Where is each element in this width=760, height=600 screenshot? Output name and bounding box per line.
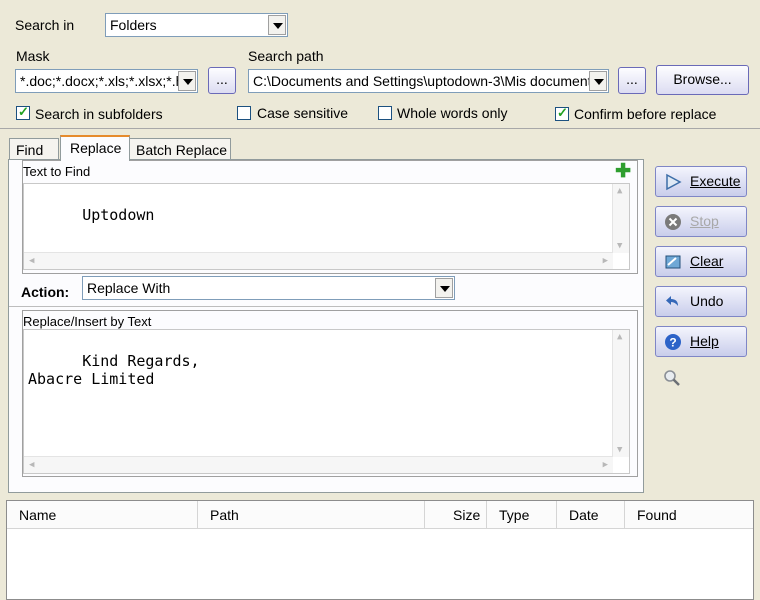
magnifier-icon[interactable]: [662, 368, 682, 388]
action-label: Action:: [21, 284, 70, 300]
whole-words-checkbox[interactable]: [378, 106, 392, 120]
help-label: Help: [690, 333, 719, 349]
chevron-down-icon[interactable]: [178, 71, 196, 91]
execute-button[interactable]: Execute: [655, 166, 747, 197]
tab-find[interactable]: Find: [9, 138, 59, 160]
clear-label: Clear: [690, 253, 724, 269]
help-icon: ?: [665, 334, 681, 350]
scroll-right-icon[interactable]: ▶: [603, 460, 608, 470]
text-to-find-input[interactable]: Uptodown ▲ ▼ ◀ ▶: [23, 183, 630, 270]
confirm-replace-checkbox[interactable]: [555, 105, 569, 121]
case-sensitive-label: Case sensitive: [257, 105, 349, 121]
play-icon: [666, 173, 682, 191]
search-path-value: C:\Documents and Settings\uptodown-3\Mis…: [253, 73, 592, 89]
tab-batch-replace[interactable]: Batch Replace: [129, 138, 231, 160]
search-in-label: Search in: [15, 17, 75, 33]
horizontal-scrollbar[interactable]: ◀ ▶: [24, 252, 613, 269]
scroll-down-icon[interactable]: ▼: [617, 445, 622, 455]
scroll-up-icon[interactable]: ▲: [617, 332, 622, 342]
column-header-found[interactable]: Found: [625, 501, 753, 529]
action-value: Replace With: [87, 280, 171, 296]
replace-text-title: Replace/Insert by Text: [23, 314, 152, 329]
undo-label: Undo: [690, 293, 724, 309]
replace-text-value: Kind Regards, Abacre Limited: [28, 352, 200, 388]
stop-icon: [665, 214, 681, 230]
mask-browse-button[interactable]: ...: [208, 67, 236, 94]
scroll-left-icon[interactable]: ◀: [29, 256, 34, 266]
clear-button[interactable]: Clear: [655, 246, 747, 277]
column-header-date[interactable]: Date: [557, 501, 625, 529]
scroll-down-icon[interactable]: ▼: [617, 241, 622, 251]
horizontal-scrollbar[interactable]: ◀ ▶: [24, 456, 613, 473]
column-header-path[interactable]: Path: [198, 501, 425, 529]
scroll-up-icon[interactable]: ▲: [617, 186, 622, 196]
confirm-replace-label: Confirm before replace: [574, 106, 717, 122]
whole-words-label: Whole words only: [397, 105, 508, 121]
execute-label: Execute: [690, 173, 741, 189]
divider: [9, 306, 643, 307]
replace-text-input[interactable]: Kind Regards, Abacre Limited ▲ ▼ ◀ ▶: [23, 329, 630, 474]
scroll-right-icon[interactable]: ▶: [603, 256, 608, 266]
tab-replace[interactable]: Replace: [60, 135, 130, 161]
text-to-find-value: Uptodown: [82, 206, 155, 224]
search-in-value: Folders: [110, 17, 157, 33]
undo-button[interactable]: Undo: [655, 286, 747, 317]
mask-select[interactable]: *.doc;*.docx;*.xls;*.xlsx;*.h: [15, 69, 198, 93]
search-in-select[interactable]: Folders: [105, 13, 288, 37]
column-header-name[interactable]: Name: [7, 501, 198, 529]
replace-tab-panel: Text to Find ✚ Uptodown ▲ ▼ ◀ ▶ Action: …: [8, 159, 644, 493]
subfolders-checkbox[interactable]: [16, 104, 30, 120]
help-button[interactable]: ? Help: [655, 326, 747, 357]
chevron-down-icon[interactable]: [435, 278, 453, 298]
stop-label: Stop: [690, 213, 719, 229]
column-header-size[interactable]: Size: [425, 501, 487, 529]
search-path-select[interactable]: C:\Documents and Settings\uptodown-3\Mis…: [248, 69, 609, 93]
browse-button[interactable]: Browse...: [656, 65, 749, 95]
search-path-label: Search path: [248, 48, 324, 64]
vertical-scrollbar[interactable]: ▲ ▼: [612, 184, 629, 253]
add-icon[interactable]: ✚: [615, 162, 631, 181]
scroll-left-icon[interactable]: ◀: [29, 460, 34, 470]
case-sensitive-checkbox[interactable]: [237, 106, 251, 120]
svg-text:?: ?: [669, 336, 676, 350]
mask-label: Mask: [16, 48, 50, 64]
undo-icon: [666, 296, 678, 306]
stop-button[interactable]: Stop: [655, 206, 747, 237]
mask-value: *.doc;*.docx;*.xls;*.xlsx;*.h: [20, 73, 184, 89]
chevron-down-icon[interactable]: [268, 15, 286, 35]
path-history-button[interactable]: ...: [618, 67, 646, 94]
chevron-down-icon[interactable]: [589, 71, 607, 91]
vertical-scrollbar[interactable]: ▲ ▼: [612, 330, 629, 457]
text-to-find-group: Text to Find ✚ Uptodown ▲ ▼ ◀ ▶: [22, 160, 638, 274]
results-table[interactable]: Name Path Size Type Date Found: [6, 500, 754, 600]
divider: [0, 128, 760, 129]
text-to-find-title: Text to Find: [23, 164, 91, 179]
eraser-icon: [665, 255, 681, 269]
column-header-type[interactable]: Type: [487, 501, 557, 529]
replace-text-group: Replace/Insert by Text Kind Regards, Aba…: [22, 310, 638, 477]
subfolders-label: Search in subfolders: [35, 106, 163, 122]
action-select[interactable]: Replace With: [82, 276, 455, 300]
